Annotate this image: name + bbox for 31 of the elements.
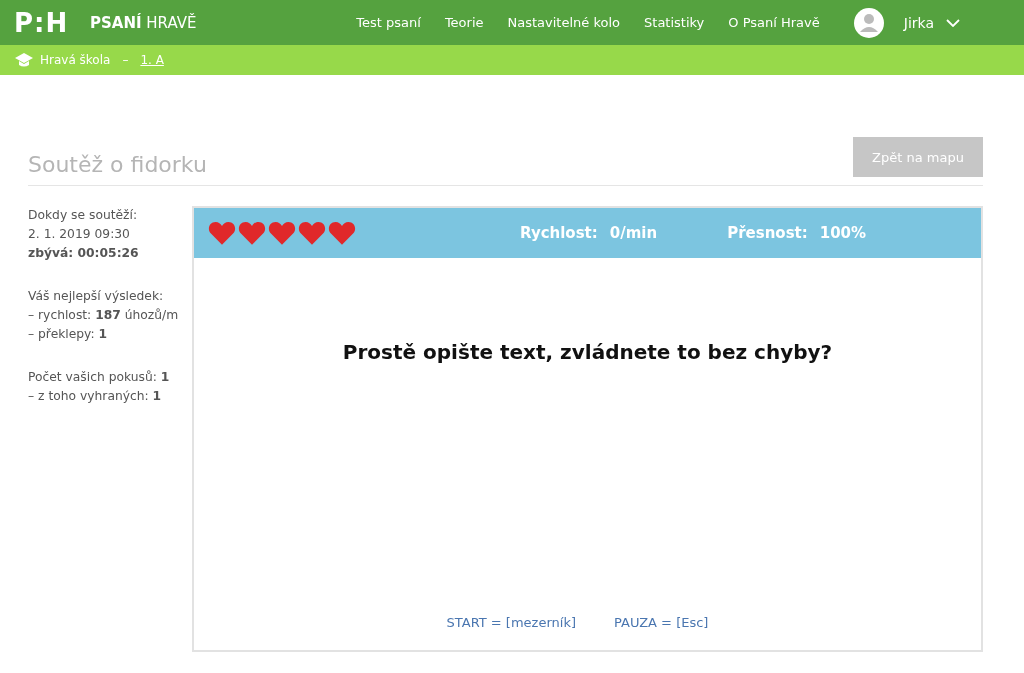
keyboard-hint: PAUZA = [Esc] <box>614 615 709 630</box>
breadcrumb-separator: – <box>122 53 129 67</box>
page-title: Soutěž o fidorku <box>28 152 207 177</box>
info-text: 2. 1. 2019 09:30 <box>28 226 131 243</box>
stat-label: Přesnost: <box>727 224 808 242</box>
info-text: zbývá: 00:05:26 <box>28 245 140 262</box>
stat-label: Rychlost: <box>520 224 598 242</box>
avatar-icon[interactable] <box>853 7 884 38</box>
info-text: Váš nejlepší výsledek: <box>28 288 165 305</box>
nav-link[interactable]: Test psaní <box>344 15 433 30</box>
info-text: – z toho vyhraných: 1 <box>28 388 163 405</box>
info-text: Počet vašich pokusů: 1 <box>28 369 171 386</box>
info-text: Dokdy se soutěží: <box>28 207 139 224</box>
prompt-text: Prostě opište text, zvládnete to bez chyby? <box>341 340 834 364</box>
nav-link[interactable]: O Psaní Hravě <box>716 15 832 30</box>
nav-link[interactable]: Nastavitelné kolo <box>495 15 633 30</box>
logo[interactable]: P:H <box>14 7 68 38</box>
graduation-cap-icon <box>14 52 34 68</box>
brand-name[interactable]: PSANÍ HRAVĚ <box>90 13 197 32</box>
back-to-map-button[interactable]: Zpět na mapu <box>853 137 983 177</box>
info-text: – překlepy: 1 <box>28 326 109 343</box>
nav-link[interactable]: Teorie <box>432 15 496 30</box>
info-text: – rychlost: 187 úhozů/m <box>28 307 180 324</box>
chevron-down-icon[interactable] <box>946 18 960 27</box>
breadcrumb-school[interactable]: Hravá škola <box>40 53 111 67</box>
nav-link[interactable]: Statistiky <box>632 15 717 30</box>
user-name[interactable]: Jirka <box>903 14 934 31</box>
stat-value: 0/min <box>609 224 658 242</box>
stat-value: 100% <box>819 224 867 242</box>
keyboard-hint: START = [mezerník] <box>446 615 576 630</box>
breadcrumb-link[interactable]: 1. A <box>140 53 164 67</box>
